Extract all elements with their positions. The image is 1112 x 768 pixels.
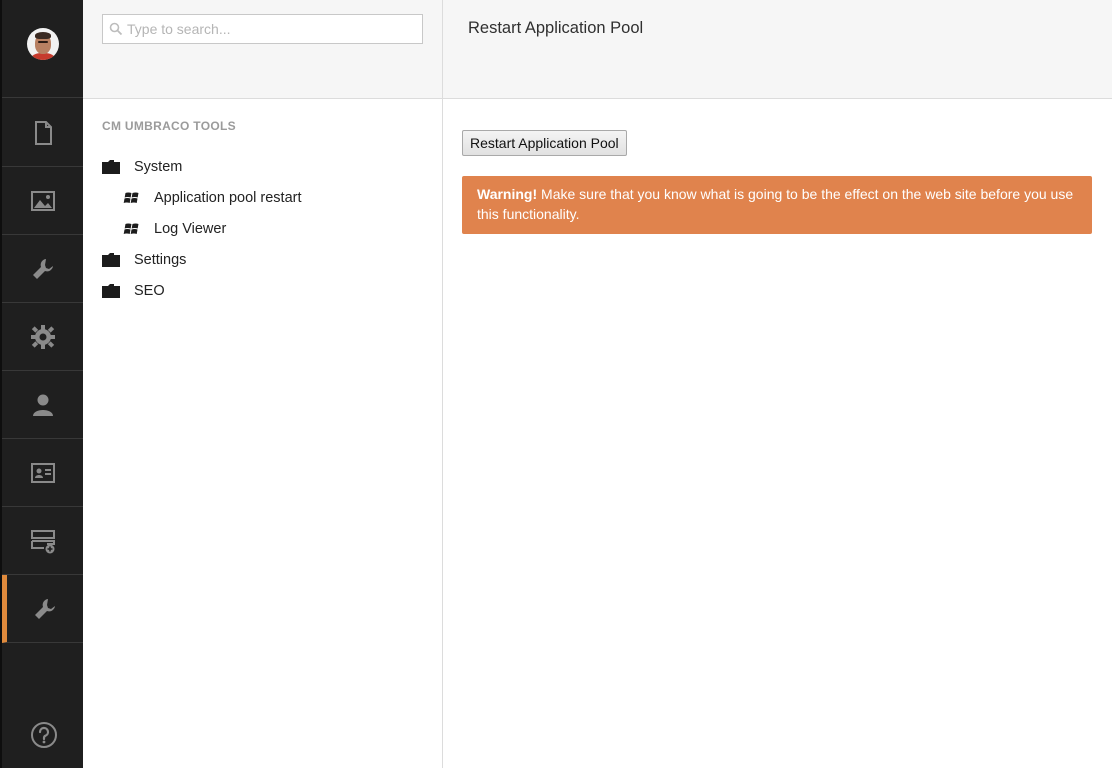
search-icon bbox=[109, 22, 123, 36]
main-panel: Restart Application Pool Restart Applica… bbox=[443, 0, 1112, 768]
folder-icon bbox=[102, 160, 120, 174]
question-icon[interactable] bbox=[30, 721, 58, 749]
search-box[interactable] bbox=[102, 14, 423, 44]
section-settings[interactable] bbox=[2, 235, 83, 303]
windows-icon bbox=[123, 223, 139, 234]
tree-header bbox=[83, 0, 442, 99]
search-input[interactable] bbox=[127, 18, 417, 40]
gear-icon bbox=[30, 324, 55, 349]
folder-icon bbox=[102, 253, 120, 267]
tree-node-label: SEO bbox=[134, 283, 165, 299]
avatar-area bbox=[2, 0, 83, 98]
tree-node-settings[interactable]: Settings bbox=[102, 249, 186, 271]
warning-message: Make sure that you know what is going to… bbox=[477, 186, 1074, 222]
restart-application-pool-button[interactable]: Restart Application Pool bbox=[462, 130, 627, 156]
image-icon bbox=[30, 190, 55, 211]
windows-icon bbox=[123, 192, 139, 203]
tree-node-label: System bbox=[134, 159, 183, 175]
page-title: Restart Application Pool bbox=[468, 19, 644, 37]
folder-icon bbox=[102, 284, 120, 298]
tree-node-system[interactable]: System bbox=[102, 156, 182, 178]
section-developer[interactable] bbox=[2, 303, 83, 371]
wrench-icon bbox=[32, 258, 53, 279]
tree-node-label: Settings bbox=[134, 252, 187, 268]
tree-section-title: CM UMBRACO TOOLS bbox=[102, 119, 236, 133]
id-card-icon bbox=[30, 462, 55, 483]
warning-label: Warning! bbox=[477, 186, 538, 202]
warning-alert: Warning! Make sure that you know what is… bbox=[462, 176, 1092, 234]
section-cm-tools[interactable] bbox=[2, 575, 83, 643]
tree-panel: CM UMBRACO TOOLS System Application pool… bbox=[83, 0, 443, 768]
tree-node-log-viewer[interactable]: Log Viewer bbox=[123, 218, 226, 240]
document-icon bbox=[34, 120, 52, 145]
section-members[interactable] bbox=[2, 439, 83, 507]
section-users[interactable] bbox=[2, 371, 83, 439]
section-rail bbox=[0, 0, 83, 768]
tree-node-label: Application pool restart bbox=[154, 190, 302, 206]
section-media[interactable] bbox=[2, 167, 83, 235]
user-icon bbox=[32, 394, 53, 416]
add-form-icon bbox=[30, 529, 55, 553]
section-forms[interactable] bbox=[2, 507, 83, 575]
app-window: CM UMBRACO TOOLS System Application pool… bbox=[0, 0, 1112, 768]
section-content[interactable] bbox=[2, 99, 83, 167]
wrench-icon bbox=[35, 598, 55, 619]
tree-node-label: Log Viewer bbox=[154, 221, 227, 237]
tree-node-application-pool-restart[interactable]: Application pool restart bbox=[123, 187, 302, 209]
tree-node-seo[interactable]: SEO bbox=[102, 280, 165, 302]
main-header: Restart Application Pool bbox=[443, 0, 1112, 99]
avatar[interactable] bbox=[27, 28, 59, 60]
